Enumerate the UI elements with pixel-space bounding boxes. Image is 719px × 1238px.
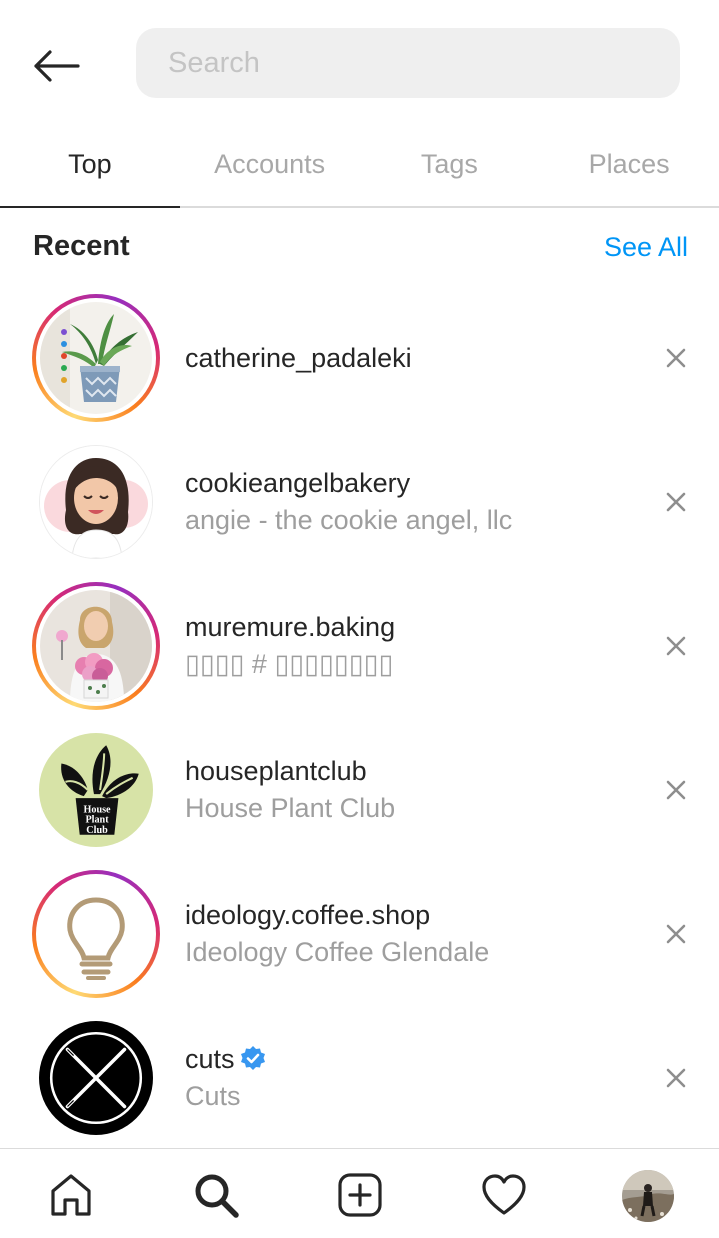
house-plant-club-logo-icon: House Plant Club xyxy=(39,733,153,847)
item-text: catherine_padaleki xyxy=(185,286,412,430)
avatar-container xyxy=(32,1014,160,1142)
tab-top[interactable]: Top xyxy=(0,126,180,208)
item-fullname: Ideology Coffee Glendale xyxy=(185,937,490,967)
item-username: catherine_padaleki xyxy=(185,340,412,376)
nav-activity[interactable] xyxy=(478,1169,530,1221)
list-item[interactable]: House Plant Club houseplantclub House Pl… xyxy=(0,718,719,862)
nav-home[interactable] xyxy=(45,1169,97,1221)
story-ring xyxy=(32,294,160,422)
svg-text:Club: Club xyxy=(86,825,108,836)
remove-button[interactable] xyxy=(662,488,690,516)
story-ring xyxy=(32,870,160,998)
remove-button[interactable] xyxy=(662,344,690,372)
woman-with-flowers-photo-icon xyxy=(40,590,152,702)
list-item[interactable]: muremure.baking ▯▯▯▯ # ▯▯▯▯▯▯▯▯ xyxy=(0,574,719,718)
recent-header: Recent See All xyxy=(0,208,719,288)
profile-avatar[interactable] xyxy=(622,1170,674,1222)
avatar-container: House Plant Club xyxy=(32,726,160,854)
close-icon xyxy=(666,636,686,656)
remove-button[interactable] xyxy=(662,776,690,804)
recent-list: catherine_padaleki cookieangelbakery ang… xyxy=(0,286,719,1150)
new-post-icon xyxy=(338,1173,382,1217)
cartoon-woman-avatar-icon xyxy=(39,445,153,559)
tab-places[interactable]: Places xyxy=(539,126,719,206)
close-icon xyxy=(666,780,686,800)
heart-icon xyxy=(482,1174,526,1215)
remove-button[interactable] xyxy=(662,920,690,948)
item-fullname: Cuts xyxy=(185,1081,241,1111)
item-text: ideology.coffee.shop Ideology Coffee Gle… xyxy=(185,862,489,1006)
tab-tags[interactable]: Tags xyxy=(360,126,540,206)
item-username: cookieangelbakery xyxy=(185,465,512,501)
remove-button[interactable] xyxy=(662,632,690,660)
arrow-left-icon xyxy=(34,50,80,82)
list-item[interactable]: cookieangelbakery angie - the cookie ang… xyxy=(0,430,719,574)
lightbulb-logo-icon xyxy=(40,878,152,990)
item-username: houseplantclub xyxy=(185,753,395,789)
item-text: houseplantclub House Plant Club xyxy=(185,718,395,862)
back-button[interactable] xyxy=(28,40,84,92)
search-input[interactable] xyxy=(136,28,680,98)
avatar-container xyxy=(32,438,160,566)
home-icon xyxy=(51,1174,91,1216)
top-bar xyxy=(0,0,719,126)
username-text: muremure.baking xyxy=(185,612,396,642)
nav-search[interactable] xyxy=(190,1169,242,1221)
potted-plant-photo-icon xyxy=(40,302,152,414)
username-text: ideology.coffee.shop xyxy=(185,900,431,930)
list-item[interactable]: catherine_padaleki xyxy=(0,286,719,430)
bottom-nav xyxy=(0,1148,719,1238)
search-icon xyxy=(195,1174,239,1218)
recent-title: Recent xyxy=(33,230,130,262)
crossed-needles-logo-icon xyxy=(39,1021,153,1135)
username-text: catherine_padaleki xyxy=(185,343,412,373)
tab-accounts[interactable]: Accounts xyxy=(180,126,360,206)
item-fullname: ▯▯▯▯ # ▯▯▯▯▯▯▯▯ xyxy=(185,649,394,679)
search-tabs: Top Accounts Tags Places xyxy=(0,126,719,208)
item-username: cuts xyxy=(185,1041,267,1077)
verified-badge-icon xyxy=(240,1046,265,1070)
story-ring xyxy=(32,582,160,710)
close-icon xyxy=(666,924,686,944)
list-item[interactable]: ideology.coffee.shop Ideology Coffee Gle… xyxy=(0,862,719,1006)
nav-new-post[interactable] xyxy=(334,1169,386,1221)
item-text: muremure.baking ▯▯▯▯ # ▯▯▯▯▯▯▯▯ xyxy=(185,574,395,718)
item-text: cuts Cuts xyxy=(185,1006,267,1150)
see-all-link[interactable]: See All xyxy=(604,232,688,263)
username-text: houseplantclub xyxy=(185,756,367,786)
item-text: cookieangelbakery angie - the cookie ang… xyxy=(185,430,512,574)
item-username: muremure.baking xyxy=(185,609,395,645)
close-icon xyxy=(666,348,686,368)
item-fullname: House Plant Club xyxy=(185,793,396,823)
item-username: ideology.coffee.shop xyxy=(185,897,489,933)
username-text: cookieangelbakery xyxy=(185,468,411,498)
list-item[interactable]: cuts Cuts xyxy=(0,1006,719,1150)
username-text: cuts xyxy=(185,1044,235,1074)
remove-button[interactable] xyxy=(662,1064,690,1092)
item-fullname: angie - the cookie angel, llc xyxy=(185,505,513,535)
close-icon xyxy=(666,492,686,512)
close-icon xyxy=(666,1068,686,1088)
profile-photo-icon xyxy=(622,1170,674,1222)
